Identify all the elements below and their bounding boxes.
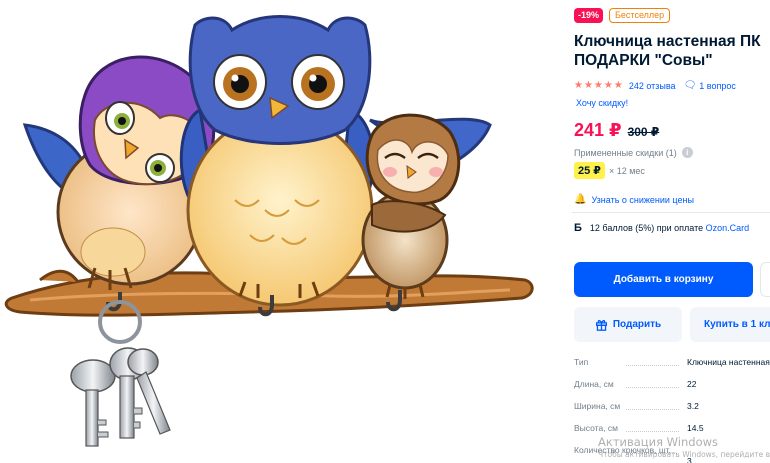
product-info-panel: -19% Бестселлер Ключница настенная ПК ПО… [572,0,770,463]
spec-row: Ширина, см 3.2 [574,399,770,421]
spec-value: 14.5 [687,423,704,433]
installment-term: × 12 мес [608,165,645,176]
ozon-card-link[interactable]: Ozon.Card [706,223,750,233]
bonus-row: Б 12 баллов (5%) при оплате Ozon.Card [574,222,749,234]
spec-row: Тип Ключница настенная [574,355,770,377]
gift-button[interactable]: Подарить [574,307,682,342]
bestseller-badge[interactable]: Бестселлер [609,8,671,23]
bonus-text: 12 баллов (5%) при оплате Ozon.Card [590,223,749,233]
spec-value: 22 [687,379,697,389]
installment-price: 25 ₽ [574,162,605,179]
info-icon[interactable]: i [681,147,693,158]
speech-bubble-icon: 🗨 [683,80,697,91]
discount-badge: -19% [574,8,604,23]
product-title: Ключница настенная ПК ПОДАРКИ "Совы" [574,33,761,69]
applied-discounts: Примененные скидки (1) i [574,147,693,158]
product-image[interactable] [0,0,560,463]
price-row: 241 ₽ 300 ₽ [574,120,659,141]
gift-icon [595,320,607,331]
reviews-link[interactable]: 242 отзыва [629,81,676,91]
spec-dots [626,409,679,410]
price-drop-notify[interactable]: 🔔 Узнать о снижении цены [574,194,694,205]
spec-value: 3.2 [687,401,699,411]
watermark-subtitle: Чтобы активировать Windows, перейдите в [598,450,770,459]
installment-row[interactable]: 25 ₽ × 12 мес [574,162,645,179]
buy-one-click-button[interactable]: Купить в 1 кли [690,307,770,342]
old-price: 300 ₽ [627,125,660,139]
owls-key-holder-illustration [4,15,534,447]
current-price: 241 ₽ [574,120,622,140]
rating-row: ★★★★★ 242 отзыва 🗨 1 вопрос [574,80,736,91]
notify-label: Узнать о снижении цены [591,194,694,205]
questions-link[interactable]: 1 вопрос [699,81,736,91]
spec-row: Длина, см 22 [574,377,770,399]
applied-discounts-label: Примененные скидки (1) [574,147,677,158]
spec-dots [626,431,679,432]
badges: -19% Бестселлер [574,8,671,23]
gift-label: Подарить [612,319,662,330]
spec-value: Ключница настенная [687,357,770,367]
spec-dots [626,387,679,388]
bonus-text-label: 12 баллов (5%) при оплате [589,223,704,233]
ozon-bonus-icon: Б [574,222,582,234]
spec-dots [626,365,679,366]
favorite-button[interactable] [760,262,770,297]
bell-icon: 🔔 [574,194,587,205]
divider [572,212,770,213]
want-discount-link[interactable]: Хочу скидку! [576,98,628,108]
rating-stars[interactable]: ★★★★★ [574,80,624,91]
add-to-cart-button[interactable]: Добавить в корзину [574,262,753,297]
windows-activation-watermark: Активация Windows Чтобы активировать Win… [598,435,770,459]
watermark-title: Активация Windows [598,435,719,449]
